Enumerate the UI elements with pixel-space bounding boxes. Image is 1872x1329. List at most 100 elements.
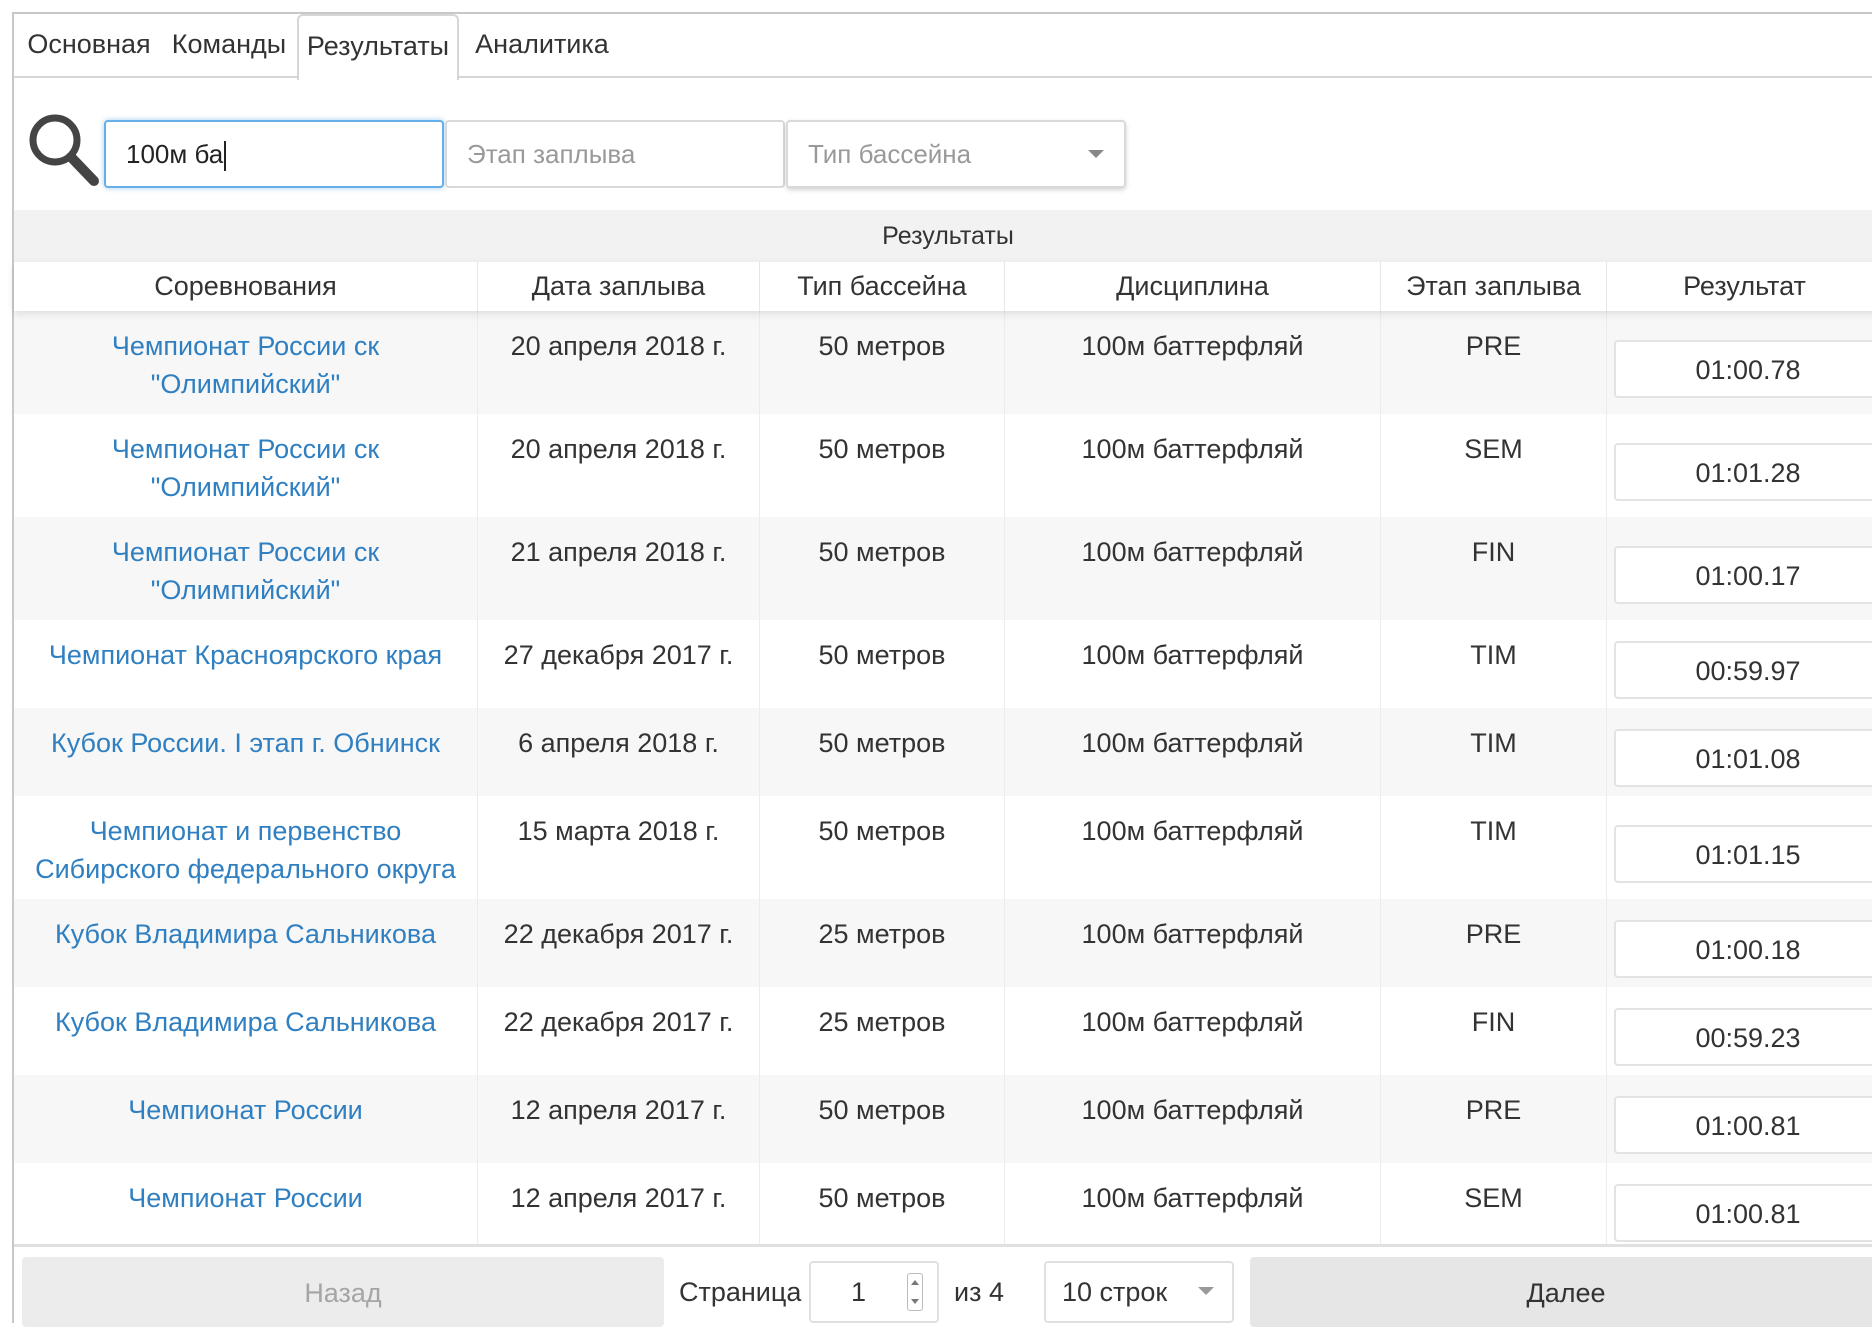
competition-link-line[interactable]: Кубок Владимира Сальникова [14,915,477,953]
cell-stage: TIM [1381,708,1607,796]
cell-competition[interactable]: Чемпионат России [14,1163,478,1251]
table-row: Чемпионат России ск "Олимпийский" 20 апрел… [14,311,1872,414]
tab-results[interactable]: Результаты [297,14,459,80]
cell-pool-type: 50 метров [760,796,1005,899]
cell-pool-type: 50 метров [760,517,1005,620]
prev-page-button[interactable]: Назад [22,1257,664,1327]
discipline-search-input[interactable]: 100м ба [104,120,444,188]
tab-teams[interactable]: Команды [164,14,294,78]
table-row: Кубок Владимира Сальникова 22 декабря 201… [14,987,1872,1075]
pagination-bar: Назад Страница 1 из 4 10 строк Далее [14,1244,1872,1327]
competition-link-line[interactable]: Чемпионат России [14,1091,477,1129]
discipline-search-value: 100м ба [126,139,224,169]
result-field[interactable]: 01:00.78 [1614,340,1872,398]
cell-stage: FIN [1381,517,1607,620]
table-row: Чемпионат Красноярского края 27 декабря 2… [14,620,1872,708]
cell-pool-type: 50 метров [760,1163,1005,1251]
table-row: Чемпионат России 12 апреля 2017 г. 50 метр… [14,1075,1872,1163]
column-header-date[interactable]: Дата заплыва [478,262,760,311]
cell-discipline: 100м баттерфляй [1005,708,1381,796]
cell-stage: PRE [1381,1075,1607,1163]
table-row: Чемпионат России ск "Олимпийский" 20 апрел… [14,414,1872,517]
column-header-result[interactable]: Результат [1607,262,1872,311]
column-header-stage[interactable]: Этап заплыва [1381,262,1607,311]
stage-filter-input[interactable]: Этап заплыва [445,120,785,188]
cell-discipline: 100м баттерфляй [1005,899,1381,987]
stage-filter-placeholder: Этап заплыва [467,139,636,169]
cell-competition[interactable]: Кубок Владимира Сальникова [14,899,478,987]
tab-main[interactable]: Основная [14,14,164,78]
competition-link-line[interactable]: "Олимпийский" [14,365,477,403]
competition-link-line[interactable]: Чемпионат и первенство [14,812,477,850]
cell-competition[interactable]: Кубок России. I этап г. Обнинск [14,708,478,796]
table-group-title: Результаты [14,210,1872,263]
cell-date: 27 декабря 2017 г. [478,620,760,708]
cell-date: 22 декабря 2017 г. [478,987,760,1075]
table-header-row: Соревнования Дата заплыва Тип бассейна Д… [14,262,1872,311]
result-field[interactable]: 01:00.81 [1614,1096,1872,1154]
result-field[interactable]: 01:01.28 [1614,443,1872,501]
pool-type-placeholder: Тип бассейна [808,139,972,169]
cell-stage: SEM [1381,414,1607,517]
result-field[interactable]: 00:59.97 [1614,641,1872,699]
page-total-label: из 4 [954,1277,1004,1307]
cell-competition[interactable]: Чемпионат России ск "Олимпийский" [14,311,478,414]
competition-link-line[interactable]: "Олимпийский" [14,468,477,506]
cell-pool-type: 50 метров [760,1075,1005,1163]
cell-date: 22 декабря 2017 г. [478,899,760,987]
text-caret [224,141,227,172]
result-field[interactable]: 00:59.23 [1614,1008,1872,1066]
cell-stage: TIM [1381,620,1607,708]
column-header-discipline[interactable]: Дисциплина [1005,262,1381,311]
result-field[interactable]: 01:01.08 [1614,729,1872,787]
competition-link-line[interactable]: Сибирского федерального округа [14,850,477,888]
cell-competition[interactable]: Чемпионат России [14,1075,478,1163]
cell-date: 12 апреля 2017 г. [478,1163,760,1251]
competition-link-line[interactable]: Чемпионат Красноярского края [14,636,477,674]
competition-link-line[interactable]: Чемпионат России ск [14,430,477,468]
result-field[interactable]: 01:01.15 [1614,825,1872,883]
tab-bar: Основная Команды Результаты Аналитика [14,14,1872,80]
cell-stage: PRE [1381,899,1607,987]
table-row: Чемпионат России 12 апреля 2017 г. 50 метр… [14,1163,1872,1251]
cell-competition[interactable]: Чемпионат и первенство Сибирского федерал… [14,796,478,899]
next-page-button[interactable]: Далее [1250,1257,1872,1327]
cell-pool-type: 25 метров [760,987,1005,1075]
competition-link-line[interactable]: Кубок России. I этап г. Обнинск [14,724,477,762]
rows-per-page-select[interactable]: 10 строк [1044,1261,1234,1323]
pool-type-select[interactable]: Тип бассейна [786,120,1126,188]
column-header-pool-type[interactable]: Тип бассейна [760,262,1005,311]
competition-link-line[interactable]: Чемпионат России ск [14,533,477,571]
cell-discipline: 100м баттерфляй [1005,620,1381,708]
cell-pool-type: 25 метров [760,899,1005,987]
competition-link-line[interactable]: Кубок Владимира Сальникова [14,1003,477,1041]
cell-date: 20 апреля 2018 г. [478,311,760,414]
page-number-input[interactable]: 1 [809,1261,939,1323]
table-row: Чемпионат России ск "Олимпийский" 21 апрел… [14,517,1872,620]
result-field[interactable]: 01:00.18 [1614,920,1872,978]
page-stepper-icon[interactable] [907,1273,923,1311]
column-header-competition[interactable]: Соревнования [14,262,478,311]
cell-discipline: 100м баттерфляй [1005,1075,1381,1163]
cell-stage: PRE [1381,311,1607,414]
cell-stage: FIN [1381,987,1607,1075]
results-table: Результаты Соревнования Дата заплыва Тип… [14,210,1872,1251]
page-label: Страница [679,1277,802,1307]
competition-link-line[interactable]: Чемпионат России ск [14,327,477,365]
cell-competition[interactable]: Чемпионат Красноярского края [14,620,478,708]
tab-analytics[interactable]: Аналитика [462,14,622,78]
table-row: Кубок Владимира Сальникова 22 декабря 201… [14,899,1872,987]
chevron-down-icon [1088,150,1104,158]
result-field[interactable]: 01:00.81 [1614,1184,1872,1242]
cell-stage: SEM [1381,1163,1607,1251]
cell-date: 15 марта 2018 г. [478,796,760,899]
cell-competition[interactable]: Чемпионат России ск "Олимпийский" [14,517,478,620]
page-number-value: 1 [851,1277,867,1307]
cell-pool-type: 50 метров [760,620,1005,708]
cell-competition[interactable]: Кубок Владимира Сальникова [14,987,478,1075]
cell-competition[interactable]: Чемпионат России ск "Олимпийский" [14,414,478,517]
result-field[interactable]: 01:00.17 [1614,546,1872,604]
cell-discipline: 100м баттерфляй [1005,311,1381,414]
competition-link-line[interactable]: "Олимпийский" [14,571,477,609]
competition-link-line[interactable]: Чемпионат России [14,1179,477,1217]
